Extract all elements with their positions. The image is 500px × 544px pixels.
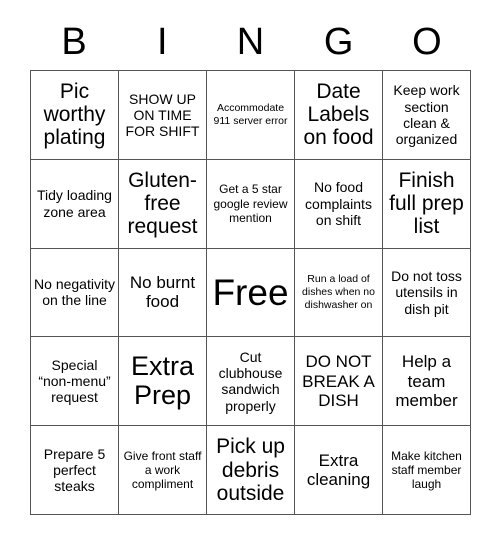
header-letter-g: G — [323, 21, 354, 63]
bingo-cell-label: Tidy loading zone area — [37, 187, 112, 220]
bingo-cell[interactable]: Pick up debris outside — [207, 426, 295, 515]
bingo-cell-label: Cut clubhouse sandwich properly — [218, 348, 283, 414]
bingo-cell[interactable]: Do not toss utensils in dish pit — [383, 248, 471, 338]
bingo-cell-label: Extra Prep — [130, 351, 195, 411]
bingo-cell-label: Do not toss utensils in dish pit — [391, 268, 462, 317]
bingo-cell-label: Pick up debris outside — [216, 435, 285, 505]
bingo-cell-label: Free — [212, 271, 289, 313]
bingo-cell[interactable]: Pic worthy plating — [31, 71, 119, 160]
bingo-header: B I N G O — [30, 14, 471, 70]
bingo-cell-label: Run a load of dishes when no dishwasher … — [302, 273, 375, 311]
bingo-cell-label: No burnt food — [129, 273, 196, 312]
bingo-cell-label: Prepare 5 perfect steaks — [43, 445, 106, 495]
bingo-cell[interactable]: Give front staff a work compliment — [119, 426, 207, 515]
bingo-cell-label: Get a 5 star google review mention — [213, 182, 288, 225]
bingo-cell[interactable]: Extra cleaning — [295, 426, 383, 515]
bingo-cell[interactable]: Accommodate 911 server error — [207, 71, 295, 160]
bingo-cell-free[interactable]: Free — [207, 248, 295, 338]
bingo-cell[interactable]: Finish full prep list — [383, 159, 471, 249]
bingo-card: B I N G O Pic worthy plating SHOW UP ON T… — [0, 0, 500, 544]
bingo-cell[interactable]: DO NOT BREAK A DISH — [295, 337, 383, 427]
bingo-cell[interactable]: Date Labels on food — [295, 71, 383, 160]
bingo-cell-label: Gluten-free request — [127, 169, 198, 239]
bingo-cell[interactable]: Make kitchen staff member laugh — [383, 426, 471, 515]
header-letter-o: O — [412, 21, 442, 63]
bingo-cell[interactable]: Tidy loading zone area — [31, 159, 119, 249]
header-letter-b: B — [61, 21, 87, 63]
bingo-cell-label: DO NOT BREAK A DISH — [302, 352, 375, 410]
bingo-cell[interactable]: Run a load of dishes when no dishwasher … — [295, 248, 383, 338]
bingo-cell-label: Make kitchen staff member laugh — [391, 448, 462, 492]
bingo-cell-label: Extra cleaning — [306, 450, 371, 490]
bingo-cell[interactable]: Extra Prep — [119, 337, 207, 427]
bingo-cell-label: No negativity on the line — [34, 276, 115, 309]
bingo-cell-label: Finish full prep list — [389, 169, 464, 239]
bingo-cell[interactable]: Prepare 5 perfect steaks — [31, 426, 119, 515]
header-letter-n: N — [236, 21, 265, 63]
bingo-cell-label: Special “non-menu” request — [38, 356, 111, 406]
bingo-cell[interactable]: No burnt food — [119, 248, 207, 338]
bingo-cell[interactable]: Cut clubhouse sandwich properly — [207, 337, 295, 427]
bingo-cell[interactable]: Special “non-menu” request — [31, 337, 119, 427]
bingo-cell-label: Accommodate 911 server error — [213, 102, 288, 127]
bingo-cell-label: Help a team member — [395, 352, 458, 410]
bingo-cell[interactable]: No food complaints on shift — [295, 159, 383, 249]
bingo-cell[interactable]: Help a team member — [383, 337, 471, 427]
bingo-cell-label: Give front staff a work compliment — [123, 448, 202, 492]
bingo-cell[interactable]: SHOW UP ON TIME FOR SHIFT — [119, 71, 207, 160]
bingo-grid: Pic worthy plating SHOW UP ON TIME FOR SH… — [30, 70, 471, 515]
bingo-cell-label: SHOW UP ON TIME FOR SHIFT — [125, 90, 200, 140]
bingo-cell[interactable]: Gluten-free request — [119, 159, 207, 249]
bingo-cell-label: No food complaints on shift — [305, 179, 372, 228]
bingo-cell-label: Keep work section clean & organized — [393, 82, 460, 148]
bingo-cell[interactable]: Keep work section clean & organized — [383, 71, 471, 160]
bingo-cell[interactable]: Get a 5 star google review mention — [207, 159, 295, 249]
bingo-cell-label: Pic worthy plating — [43, 80, 106, 150]
header-letter-i: I — [157, 21, 168, 63]
bingo-cell[interactable]: No negativity on the line — [31, 248, 119, 338]
bingo-cell-label: Date Labels on food — [303, 80, 374, 150]
